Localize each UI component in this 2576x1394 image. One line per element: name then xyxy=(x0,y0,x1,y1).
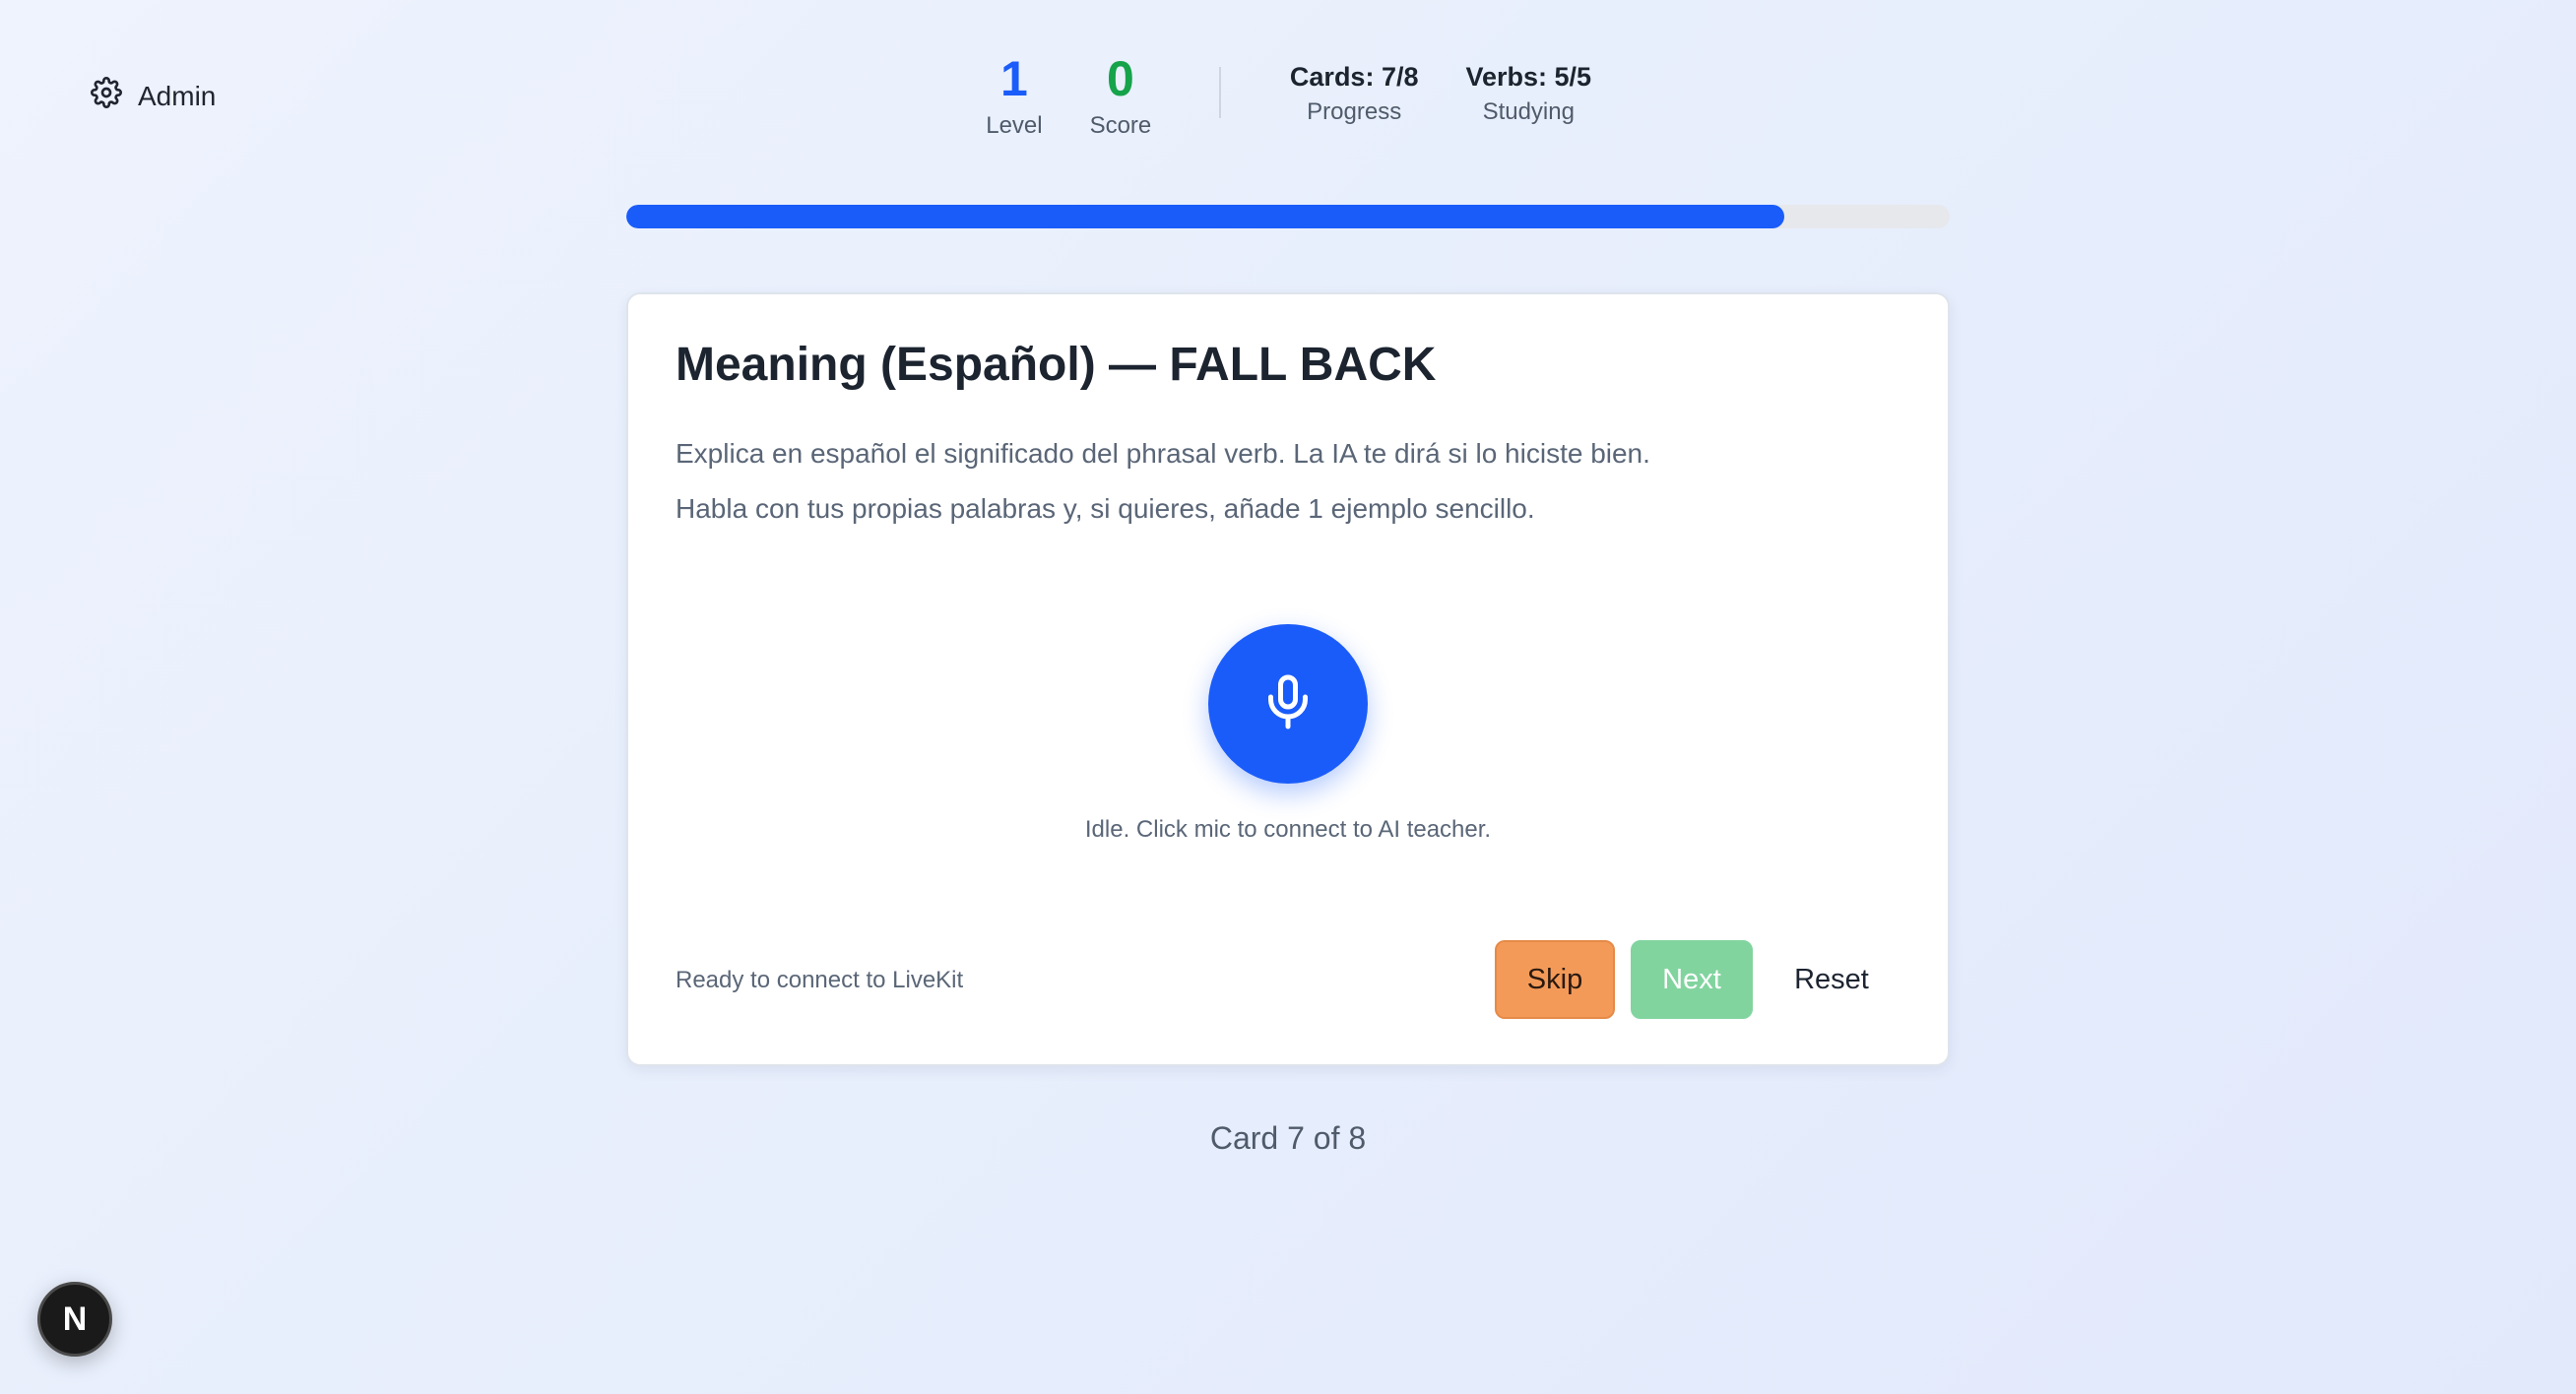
next-button[interactable]: Next xyxy=(1631,940,1753,1019)
level-label: Level xyxy=(986,112,1043,139)
cards-value: Cards: 7/8 xyxy=(1289,62,1419,92)
score-label: Score xyxy=(1089,112,1152,139)
mic-button[interactable] xyxy=(1208,624,1368,784)
card-title: Meaning (Español) — FALL BACK xyxy=(676,339,1437,391)
cards-stat: Cards: 7/8 Progress xyxy=(1266,51,1443,126)
progress-fill xyxy=(626,205,1784,228)
instruction-hint: Habla con tus propias palabras y, si qui… xyxy=(676,493,1535,524)
stats-bar: 1 Level 0 Score Cards: 7/8 Progress Verb… xyxy=(0,51,2576,140)
card-counter: Card 7 of 8 xyxy=(1209,1120,1367,1156)
instruction-text: Explica en español el significado del ph… xyxy=(676,438,1650,469)
stats-divider xyxy=(1218,67,1221,118)
exercise-card: Meaning (Español) — FALL BACK Explica en… xyxy=(626,292,1950,1066)
verbs-value: Verbs: 5/5 xyxy=(1465,62,1592,92)
verbs-stat: Verbs: 5/5 Studying xyxy=(1442,51,1615,126)
level-value: 1 xyxy=(1000,51,1028,106)
n-logo-icon: N xyxy=(62,1299,88,1338)
progress-bar xyxy=(626,205,1950,228)
microphone-icon xyxy=(1258,672,1318,736)
level-stat: 1 Level xyxy=(961,51,1067,140)
dev-tools-badge[interactable]: N xyxy=(37,1282,112,1357)
mic-status: Idle. Click mic to connect to AI teacher… xyxy=(1084,816,1492,843)
verbs-label: Studying xyxy=(1482,98,1575,125)
score-value: 0 xyxy=(1107,51,1134,106)
skip-button[interactable]: Skip xyxy=(1495,940,1615,1019)
score-stat: 0 Score xyxy=(1067,51,1174,140)
reset-button[interactable]: Reset xyxy=(1765,940,1899,1019)
connection-status: Ready to connect to LiveKit xyxy=(676,967,964,993)
cards-label: Progress xyxy=(1307,98,1402,125)
